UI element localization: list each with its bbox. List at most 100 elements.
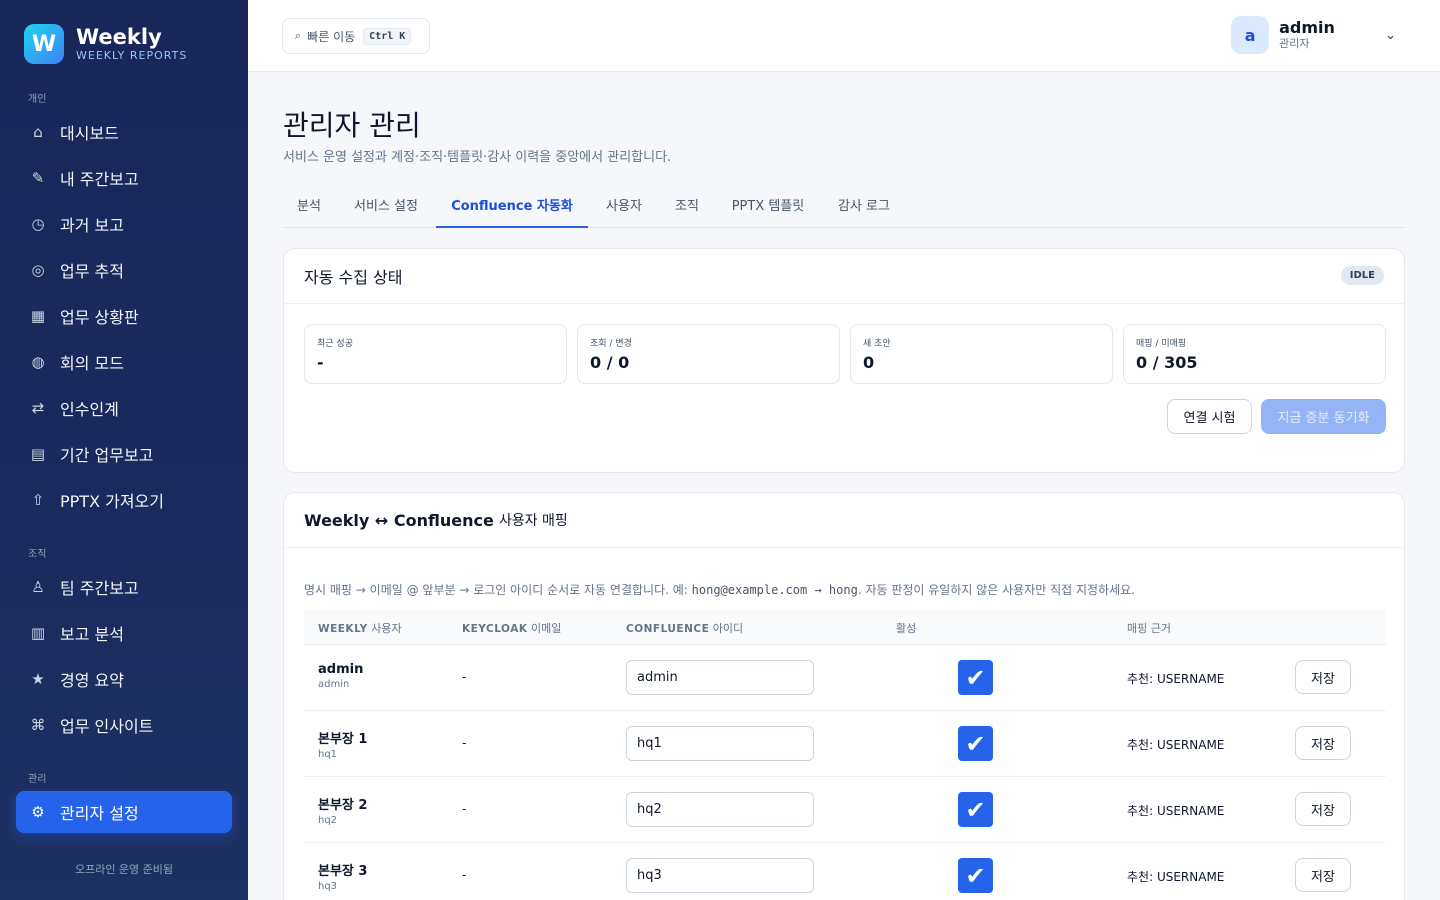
save-button[interactable]: 저장 xyxy=(1295,726,1351,760)
command-icon: ⌘ xyxy=(30,716,46,734)
user-menu[interactable]: a admin 관리자 ⌄ xyxy=(1231,16,1396,54)
sidebar-item-task-board[interactable]: ▦ 업무 상황판 xyxy=(16,295,232,337)
tab-audit-log[interactable]: 감사 로그 xyxy=(828,188,900,228)
admin-tabs: 분석 서비스 설정 Confluence 자동화 사용자 조직 PPTX 템플릿… xyxy=(283,188,1405,228)
mapping-hint: 명시 매핑 → 이메일 @ 앞부분 → 로그인 아이디 순서로 자동 연결합니다… xyxy=(304,581,1135,598)
quick-nav-button[interactable]: ⌕ 빠른 이동 Ctrl K xyxy=(282,18,430,54)
check-icon: ✔ xyxy=(965,663,986,692)
email-cell: - xyxy=(462,736,467,750)
confluence-id-input[interactable] xyxy=(626,792,814,827)
confluence-id-input[interactable] xyxy=(626,660,814,695)
swap-icon: ⇄ xyxy=(31,399,45,417)
pencil-icon: ✎ xyxy=(31,169,45,187)
tab-users[interactable]: 사용자 xyxy=(596,188,652,228)
user-display-name: 본부장 1 xyxy=(318,732,368,747)
active-checkbox[interactable]: ✔ xyxy=(958,858,993,893)
mapping-basis: 추천: USERNAME xyxy=(1127,738,1225,752)
column-header-keycloak-email: KEYCLOAK 이메일 xyxy=(462,622,562,635)
page-description: 서비스 운영 설정과 계정·조직·템플릿·감사 이력을 중앙에서 관리합니다. xyxy=(283,150,672,165)
test-connection-button[interactable]: 연결 시험 xyxy=(1167,399,1252,434)
stat-mapped-unmapped: 매핑 / 미매핑 0 / 305 xyxy=(1123,324,1386,384)
brand[interactable]: W Weekly WEEKLY REPORTS xyxy=(24,24,187,64)
stat-value: 0 xyxy=(863,353,875,372)
sidebar-item-insights[interactable]: ⌘ 업무 인사이트 xyxy=(16,704,232,746)
sidebar-item-past-reports[interactable]: ◷ 과거 보고 xyxy=(16,203,232,245)
save-button[interactable]: 저장 xyxy=(1295,792,1351,826)
stat-value: 0 / 0 xyxy=(590,353,630,372)
section-label-personal: 개인 xyxy=(28,94,47,105)
sidebar-item-my-weekly[interactable]: ✎ 내 주간보고 xyxy=(16,157,232,199)
sidebar-item-label: 대시보드 xyxy=(60,124,119,143)
card-title-bold: Weekly ↔ Confluence xyxy=(304,510,494,530)
sidebar-item-report-analysis[interactable]: ▥ 보고 분석 xyxy=(16,612,232,654)
chevron-down-icon[interactable]: ⌄ xyxy=(1385,28,1396,43)
star-icon: ★ xyxy=(31,670,45,688)
card-title-rest: 사용자 매핑 xyxy=(498,513,568,529)
table-row: 본부장 1 hq1 - ✔ 추천: USERNAME 저장 xyxy=(304,711,1386,777)
sidebar-item-label: 기간 업무보고 xyxy=(60,446,154,465)
clock-icon: ◷ xyxy=(31,215,45,233)
sidebar: W Weekly WEEKLY REPORTS 개인 ⌂ 대시보드 ✎ 내 주간보고… xyxy=(0,0,248,900)
tab-organization[interactable]: 조직 xyxy=(663,188,711,228)
avatar: a xyxy=(1231,16,1270,54)
user-role: 관리자 xyxy=(1279,37,1310,50)
tab-pptx-template[interactable]: PPTX 템플릿 xyxy=(723,188,813,228)
sidebar-item-label: 팀 주간보고 xyxy=(60,579,139,598)
sidebar-item-admin-settings[interactable]: ⚙ 관리자 설정 xyxy=(16,791,232,833)
hint-prefix: 명시 매핑 → 이메일 @ 앞부분 → 로그인 아이디 순서로 자동 연결합니다… xyxy=(304,583,692,597)
email-cell: - xyxy=(462,868,467,882)
sidebar-item-task-tracking[interactable]: ◎ 업무 추적 xyxy=(16,249,232,291)
sidebar-item-label: PPTX 가져오기 xyxy=(60,492,164,511)
sidebar-item-label: 회의 모드 xyxy=(60,354,124,373)
brand-subtitle: WEEKLY REPORTS xyxy=(76,49,188,62)
sidebar-item-meeting-mode[interactable]: ◍ 회의 모드 xyxy=(16,341,232,383)
active-checkbox[interactable]: ✔ xyxy=(958,792,993,827)
active-checkbox[interactable]: ✔ xyxy=(958,726,993,761)
table-row: admin admin - ✔ 추천: USERNAME 저장 xyxy=(304,645,1386,711)
tab-service-settings[interactable]: 서비스 설정 xyxy=(343,188,429,228)
column-header-confluence-id: CONFLUENCE 아이디 xyxy=(626,622,744,635)
column-header-mapping-basis: 매핑 근거 xyxy=(1127,622,1171,635)
column-header-active: 활성 xyxy=(896,622,917,635)
confluence-id-input[interactable] xyxy=(626,726,814,761)
sidebar-item-period-report[interactable]: ▤ 기간 업무보고 xyxy=(16,433,232,475)
user-login: admin xyxy=(318,679,350,690)
sidebar-item-dashboard[interactable]: ⌂ 대시보드 xyxy=(16,111,232,153)
sidebar-item-label: 과거 보고 xyxy=(60,216,124,235)
sidebar-item-label: 경영 요약 xyxy=(60,671,124,690)
stat-last-success: 최근 성공 - xyxy=(304,324,567,384)
incremental-sync-button[interactable]: 지금 증분 동기화 xyxy=(1261,399,1386,434)
mapping-basis: 추천: USERNAME xyxy=(1127,870,1225,884)
globe-icon: ◍ xyxy=(31,353,45,371)
grid-icon: ▦ xyxy=(30,307,46,325)
confluence-id-input[interactable] xyxy=(626,858,814,893)
user-cell: 본부장 2 hq2 xyxy=(318,794,367,826)
status-badge: IDLE xyxy=(1340,266,1384,285)
team-icon: ♙ xyxy=(31,578,45,596)
email-cell: - xyxy=(462,670,467,684)
tab-confluence-automation[interactable]: Confluence 자동화 xyxy=(436,188,588,228)
user-name: admin xyxy=(1279,18,1335,37)
user-cell: 본부장 1 hq1 xyxy=(318,728,367,760)
sidebar-item-label: 인수인계 xyxy=(60,400,119,419)
home-icon: ⌂ xyxy=(33,123,43,141)
column-header-weekly-user: WEEKLY 사용자 xyxy=(318,622,402,635)
sidebar-item-label: 업무 인사이트 xyxy=(60,717,154,736)
sidebar-item-handover[interactable]: ⇄ 인수인계 xyxy=(16,387,232,429)
topbar: ⌕ 빠른 이동 Ctrl K a admin 관리자 ⌄ xyxy=(248,0,1440,72)
sidebar-item-team-weekly[interactable]: ♙ 팀 주간보고 xyxy=(16,566,232,608)
card-title: 자동 수집 상태 xyxy=(304,268,403,287)
gear-icon: ⚙ xyxy=(31,803,45,821)
section-label-org: 조직 xyxy=(28,549,47,560)
sidebar-item-pptx-import[interactable]: ⇧ PPTX 가져오기 xyxy=(16,479,232,521)
card-header: Weekly ↔ Confluence 사용자 매핑 xyxy=(284,493,1404,548)
sidebar-item-exec-summary[interactable]: ★ 경영 요약 xyxy=(16,658,232,700)
save-button[interactable]: 저장 xyxy=(1295,660,1351,694)
active-checkbox[interactable]: ✔ xyxy=(958,660,993,695)
tab-analysis[interactable]: 분석 xyxy=(283,188,335,228)
save-button[interactable]: 저장 xyxy=(1295,858,1351,892)
check-icon: ✔ xyxy=(965,861,986,890)
list-icon: ▤ xyxy=(30,445,46,463)
target-icon: ◎ xyxy=(31,261,45,279)
user-login: hq1 xyxy=(318,749,338,760)
